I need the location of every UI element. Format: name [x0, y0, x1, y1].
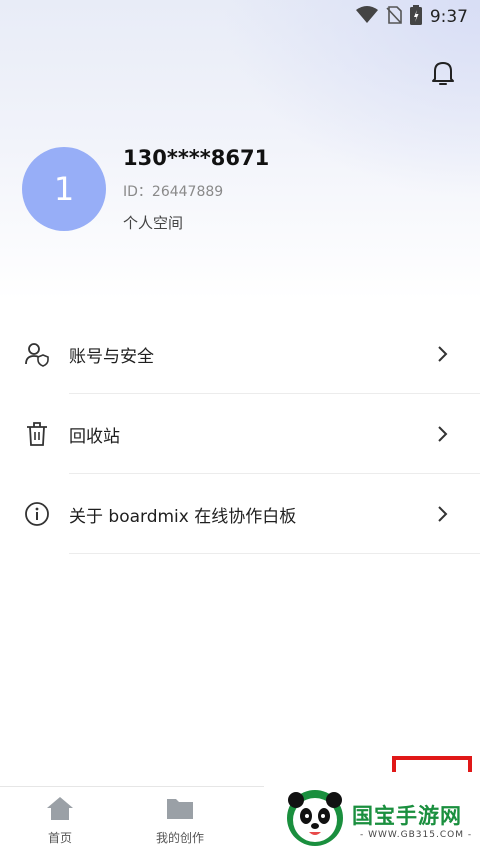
tab-label: 我的创作 [155, 831, 204, 845]
tab-home[interactable]: 首页 [20, 795, 100, 846]
chevron-right-icon [434, 506, 450, 522]
user-security-icon [24, 341, 50, 367]
battery-icon [409, 5, 422, 29]
avatar[interactable]: 1 [22, 147, 106, 231]
status-bar: 9:37 [0, 0, 480, 34]
watermark-url: - WWW.GB315.COM - [360, 830, 473, 840]
settings-menu: 账号与安全 回收站 关于 boardmix 在线协作白板 [0, 314, 480, 554]
no-sim-icon [386, 6, 402, 28]
menu-item-about[interactable]: 关于 boardmix 在线协作白板 [0, 474, 480, 554]
menu-item-recycle-bin[interactable]: 回收站 [0, 394, 480, 474]
user-phone: 130****8671 [123, 146, 270, 170]
chevron-right-icon [434, 346, 450, 362]
trash-icon [24, 421, 50, 447]
menu-item-account-security[interactable]: 账号与安全 [0, 314, 480, 394]
avatar-initial: 1 [53, 170, 75, 208]
info-icon [24, 501, 50, 527]
tab-label: 首页 [47, 831, 72, 845]
notification-bell-icon[interactable] [428, 58, 458, 88]
menu-item-label: 回收站 [69, 426, 120, 447]
watermark-title: 国宝手游网 [352, 804, 462, 828]
user-id: ID：26447889 [123, 184, 224, 200]
menu-item-label: 账号与安全 [69, 346, 154, 367]
folder-icon [165, 795, 195, 825]
personal-space-label[interactable]: 个人空间 [123, 212, 183, 233]
chevron-right-icon [434, 426, 450, 442]
status-time: 9:37 [429, 7, 468, 27]
home-icon [45, 795, 75, 825]
tab-my-creations[interactable]: 我的创作 [140, 795, 220, 846]
wifi-icon [355, 6, 378, 28]
panda-logo-icon [282, 786, 348, 848]
divider [69, 553, 480, 554]
menu-item-label: 关于 boardmix 在线协作白板 [69, 506, 297, 527]
